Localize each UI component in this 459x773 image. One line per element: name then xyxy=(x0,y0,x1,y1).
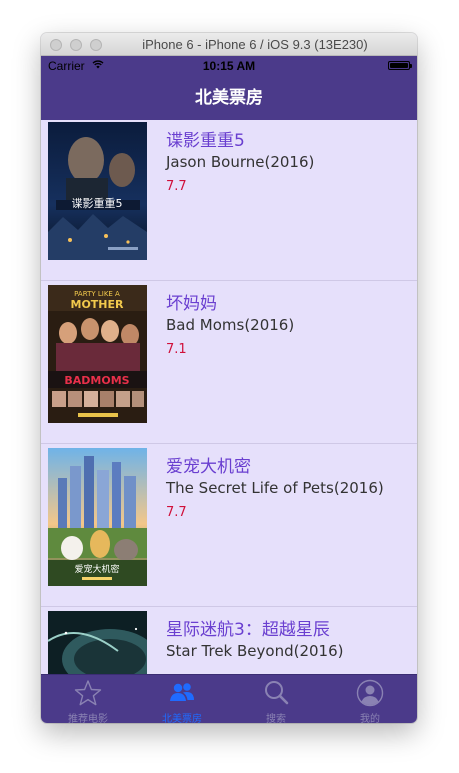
status-bar: Carrier 10:15 AM xyxy=(41,56,417,76)
movie-rating: 7.7 xyxy=(166,505,187,520)
tab-recommended[interactable]: 推荐电影 xyxy=(41,675,135,723)
window-title: iPhone 6 - iPhone 6 / iOS 9.3 (13E230) xyxy=(142,37,368,52)
movie-original-title: Jason Bourne(2016) xyxy=(166,153,315,171)
movie-list[interactable]: 谍影重重5 谍影重重5 Jason Bourne(2016) 7.7 PARTY… xyxy=(41,120,417,674)
svg-text:MOTHER: MOTHER xyxy=(71,298,125,311)
movie-row[interactable]: 谍影重重5 谍影重重5 Jason Bourne(2016) 7.7 xyxy=(41,120,417,281)
tab-label: 搜索 xyxy=(266,714,286,723)
search-icon xyxy=(265,681,289,705)
star-icon xyxy=(74,680,102,706)
movie-row[interactable]: 爱宠大机密 爱宠大机密 The Secret Life of Pets(2016… xyxy=(41,444,417,607)
zoom-window-button[interactable] xyxy=(90,39,102,51)
movie-poster-image: 谍影重重5 xyxy=(48,122,147,260)
movie-row[interactable]: 星际迷航3：超越星辰 Star Trek Beyond(2016) xyxy=(41,607,417,674)
svg-text:BADMOMS: BADMOMS xyxy=(64,374,129,387)
movie-original-title: Star Trek Beyond(2016) xyxy=(166,642,344,660)
tab-profile[interactable]: 我的 xyxy=(323,675,417,723)
tab-label: 我的 xyxy=(360,714,380,723)
movie-poster-image: 爱宠大机密 xyxy=(48,448,147,586)
movie-rating: 7.7 xyxy=(166,179,187,194)
svg-text:PARTY LIKE A: PARTY LIKE A xyxy=(74,290,120,298)
tab-search[interactable]: 搜索 xyxy=(229,675,323,723)
movie-title: 谍影重重5 xyxy=(166,131,245,151)
window-titlebar: iPhone 6 - iPhone 6 / iOS 9.3 (13E230) xyxy=(41,33,417,56)
people-icon xyxy=(170,683,194,701)
movie-original-title: Bad Moms(2016) xyxy=(166,316,295,334)
tab-bar: 推荐电影 北美票房 搜索 我的 xyxy=(41,674,417,723)
close-window-button[interactable] xyxy=(50,39,62,51)
tab-box-office[interactable]: 北美票房 xyxy=(135,675,229,723)
user-icon xyxy=(356,679,384,707)
minimize-window-button[interactable] xyxy=(70,39,82,51)
status-time: 10:15 AM xyxy=(202,59,256,73)
movie-title: 坏妈妈 xyxy=(166,294,217,314)
movie-poster-image: PARTY LIKE A MOTHER BADMOMS xyxy=(48,285,147,423)
tab-label: 推荐电影 xyxy=(68,714,108,723)
movie-original-title: The Secret Life of Pets(2016) xyxy=(166,479,384,497)
movie-row[interactable]: PARTY LIKE A MOTHER BADMOMS 坏妈妈 Bad Moms… xyxy=(41,281,417,444)
tab-label: 北美票房 xyxy=(162,714,202,723)
nav-title: 北美票房 xyxy=(195,88,263,108)
svg-text:爱宠大机密: 爱宠大机密 xyxy=(74,563,119,575)
battery-full-icon xyxy=(388,61,412,70)
movie-poster-image xyxy=(48,611,147,674)
nav-bar: 北美票房 xyxy=(41,76,417,120)
movie-title: 星际迷航3：超越星辰 xyxy=(166,620,330,640)
movie-title: 爱宠大机密 xyxy=(166,457,251,477)
simulator-window: iPhone 6 - iPhone 6 / iOS 9.3 (13E230) C… xyxy=(41,33,417,723)
movie-rating: 7.1 xyxy=(166,342,187,357)
svg-text:谍影重重5: 谍影重重5 xyxy=(72,196,123,210)
